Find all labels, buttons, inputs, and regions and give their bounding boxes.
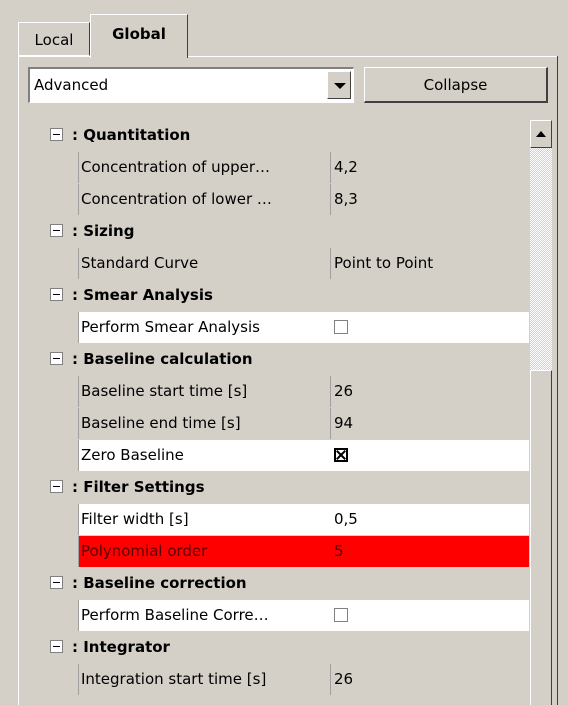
section-title: : Quantitation (72, 126, 191, 144)
property-name: Concentration of upper… (78, 152, 330, 183)
property-name: Zero Baseline (78, 440, 330, 471)
property-row[interactable]: Concentration of lower … 8,3 (26, 184, 529, 216)
property-value[interactable]: 5 (330, 536, 529, 567)
property-name: Perform Smear Analysis (78, 312, 330, 343)
section-header[interactable]: : Filter Settings (26, 472, 529, 504)
property-value[interactable]: 8,3 (330, 184, 529, 215)
property-row[interactable]: Zero Baseline (26, 440, 529, 473)
property-row[interactable]: Baseline end time [s] 94 (26, 408, 529, 440)
property-grid: : Quantitation Concentration of upper… 4,2… (26, 120, 529, 705)
panel-border-left (18, 56, 19, 705)
section-header[interactable]: : Baseline correction (26, 568, 529, 600)
property-value[interactable]: 26 (330, 376, 529, 407)
mode-dropdown-value: Advanced (34, 76, 109, 94)
property-row[interactable]: Concentration of upper… 4,2 (26, 152, 529, 184)
section-header[interactable]: : Baseline calculation (26, 344, 529, 376)
property-name: Concentration of lower … (78, 184, 330, 215)
collapse-button[interactable]: Collapse (364, 67, 548, 103)
property-value[interactable] (330, 312, 529, 343)
property-value-text: 26 (334, 382, 354, 400)
section-title: : Baseline calculation (72, 350, 253, 368)
property-value[interactable]: 4,2 (330, 152, 529, 183)
tab-strip: Local Global (0, 0, 568, 60)
minus-box-icon[interactable] (50, 576, 63, 589)
minus-box-icon[interactable] (50, 128, 63, 141)
property-name: Standard Curve (78, 248, 330, 279)
minus-box-icon[interactable] (50, 224, 63, 237)
property-row[interactable]: Polynomial order 5 (26, 536, 529, 569)
section-header[interactable]: : Sizing (26, 216, 529, 248)
property-value-text: 4,2 (334, 158, 358, 176)
property-row[interactable]: Baseline start time [s] 26 (26, 376, 529, 408)
section-title: : Baseline correction (72, 574, 247, 592)
property-value[interactable]: 26 (330, 664, 529, 695)
minus-box-icon[interactable] (50, 480, 63, 493)
tab-local[interactable]: Local (18, 22, 90, 56)
property-value[interactable]: 0,5 (330, 504, 529, 535)
property-value[interactable]: 94 (330, 408, 529, 439)
property-value[interactable] (330, 440, 529, 471)
property-value-text: 0,5 (334, 510, 358, 528)
property-name: Perform Baseline Corre… (78, 600, 330, 631)
property-value[interactable] (330, 600, 529, 631)
property-row[interactable]: Standard Curve Point to Point (26, 248, 529, 280)
checkbox[interactable] (334, 607, 348, 622)
section-title: : Filter Settings (72, 478, 205, 496)
property-value-text: Point to Point (334, 254, 434, 272)
property-value-text: 5 (334, 542, 344, 560)
property-value-text: 94 (334, 414, 354, 432)
arrow-up-icon[interactable] (530, 120, 552, 148)
section-header[interactable]: : Quantitation (26, 120, 529, 152)
vertical-scrollbar[interactable] (530, 120, 552, 705)
section-title: : Smear Analysis (72, 286, 213, 304)
property-value-text: 8,3 (334, 190, 358, 208)
property-row[interactable]: Perform Baseline Corre… (26, 600, 529, 633)
minus-box-icon[interactable] (50, 288, 63, 301)
property-row[interactable]: Perform Smear Analysis (26, 312, 529, 345)
property-value-text: 26 (334, 670, 354, 688)
chevron-down-icon[interactable] (327, 71, 351, 99)
section-header[interactable]: : Integrator (26, 632, 529, 664)
section-title: : Integrator (72, 638, 170, 656)
property-name: Baseline end time [s] (78, 408, 330, 439)
mode-dropdown[interactable]: Advanced (28, 67, 354, 103)
minus-box-icon[interactable] (50, 352, 63, 365)
section-title: : Sizing (72, 222, 135, 240)
minus-box-icon[interactable] (50, 640, 63, 653)
tab-global[interactable]: Global (90, 14, 188, 58)
property-row[interactable]: Integration start time [s] 26 (26, 664, 529, 696)
section-header[interactable]: : Smear Analysis (26, 280, 529, 312)
property-name: Filter width [s] (78, 504, 330, 535)
property-value[interactable]: Point to Point (330, 248, 529, 279)
panel-border-right (557, 56, 558, 705)
checkbox[interactable] (334, 319, 348, 334)
scrollbar-thumb[interactable] (530, 370, 552, 705)
property-row[interactable]: Filter width [s] 0,5 (26, 504, 529, 537)
property-name: Baseline start time [s] (78, 376, 330, 407)
checkbox[interactable] (334, 447, 348, 462)
property-name: Polynomial order (78, 536, 330, 567)
property-name: Integration start time [s] (78, 664, 330, 695)
